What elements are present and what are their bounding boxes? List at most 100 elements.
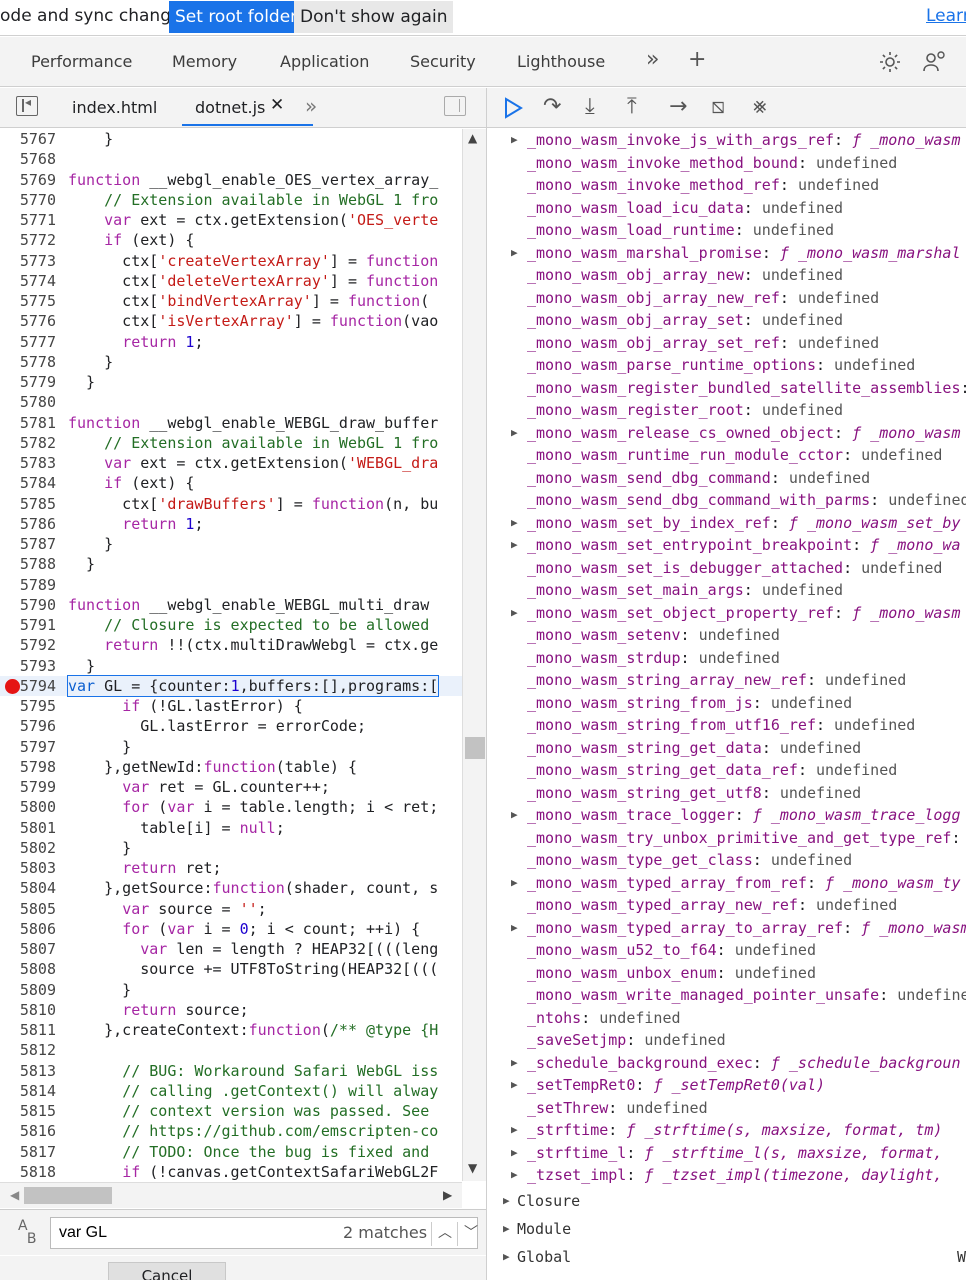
- file-tab-index-html[interactable]: index.html: [72, 98, 157, 117]
- expand-arrow-icon[interactable]: ▶: [511, 804, 518, 827]
- scope-row[interactable]: ▶ _mono_wasm_typed_array_from_ref: ƒ _mon…: [487, 872, 966, 895]
- code-line[interactable]: 5786 return 1;: [0, 514, 462, 534]
- code-line[interactable]: 5818 if (!canvas.getContextSafariWebGL2F: [0, 1162, 462, 1181]
- code-line[interactable]: 5800 for (var i = table.length; i < ret;: [0, 797, 462, 817]
- step-over-icon[interactable]: ↷: [543, 94, 561, 119]
- next-match-icon[interactable]: ﹀: [457, 1222, 478, 1246]
- expand-arrow-icon[interactable]: ▶: [511, 1052, 518, 1075]
- code-line[interactable]: 5768: [0, 149, 462, 169]
- file-tab-dotnet-js[interactable]: dotnet.js: [182, 98, 314, 126]
- learn-more-link[interactable]: Learn: [926, 6, 966, 26]
- line-number[interactable]: 5785: [0, 494, 56, 514]
- line-number[interactable]: 5777: [0, 332, 56, 352]
- expand-arrow-icon[interactable]: ▶: [503, 1187, 510, 1215]
- line-number[interactable]: 5807: [0, 939, 56, 959]
- code-line[interactable]: 5799 var ret = GL.counter++;: [0, 777, 462, 797]
- tab-lighthouse[interactable]: Lighthouse: [517, 52, 605, 71]
- code-line[interactable]: 5780: [0, 392, 462, 412]
- tab-security[interactable]: Security: [410, 52, 476, 71]
- scope-row[interactable]: ▶ _mono_wasm_typed_array_to_array_ref: ƒ …: [487, 917, 966, 940]
- code-line[interactable]: 5781 function __webgl_enable_WEBGL_draw_b…: [0, 413, 462, 433]
- horizontal-scroll-thumb[interactable]: [24, 1187, 112, 1204]
- line-number[interactable]: 5773: [0, 251, 56, 271]
- expand-arrow-icon[interactable]: ▶: [511, 1074, 518, 1097]
- expand-arrow-icon[interactable]: ▶: [511, 872, 518, 895]
- code-line[interactable]: 5807 var len = length ? HEAP32[(((leng: [0, 939, 462, 959]
- scope-row[interactable]: ▶ _mono_wasm_set_object_property_ref: ƒ _…: [487, 602, 966, 625]
- add-tab-icon[interactable]: +: [688, 47, 706, 72]
- code-editor[interactable]: 5767 } 5768 5769 function __webgl_enable_OE…: [0, 129, 462, 1181]
- line-number[interactable]: 5788: [0, 554, 56, 574]
- line-number[interactable]: 5801: [0, 818, 56, 838]
- expand-arrow-icon[interactable]: ▶: [511, 917, 518, 940]
- code-line[interactable]: 5791 // Closure is expected to be allowe…: [0, 615, 462, 635]
- line-number[interactable]: 5795: [0, 696, 56, 716]
- expand-arrow-icon[interactable]: ▶: [511, 1119, 518, 1142]
- line-number[interactable]: 5796: [0, 716, 56, 736]
- line-number[interactable]: 5818: [0, 1162, 56, 1181]
- scope-row[interactable]: ▶ _mono_wasm_set_by_index_ref: ƒ _mono_wa…: [487, 512, 966, 535]
- scroll-left-icon[interactable]: ◀: [10, 1188, 19, 1202]
- pause-on-exceptions-icon[interactable]: ⨳: [753, 94, 767, 119]
- deactivate-breakpoints-icon[interactable]: ⧅: [711, 94, 725, 119]
- step-out-icon[interactable]: ⤒: [627, 94, 637, 119]
- line-number[interactable]: 5783: [0, 453, 56, 473]
- expand-arrow-icon[interactable]: ▶: [511, 1164, 518, 1187]
- expand-arrow-icon[interactable]: ▶: [503, 1243, 510, 1271]
- expand-arrow-icon[interactable]: ▶: [511, 422, 518, 445]
- line-number[interactable]: 5776: [0, 311, 56, 331]
- scope-row[interactable]: ▶ _schedule_background_exec: ƒ _schedule_…: [487, 1052, 966, 1075]
- line-number[interactable]: 5799: [0, 777, 56, 797]
- line-number[interactable]: 5797: [0, 737, 56, 757]
- close-tab-icon[interactable]: ✕: [270, 95, 284, 115]
- line-number[interactable]: 5769: [0, 170, 56, 190]
- feedback-people-icon[interactable]: [922, 49, 948, 75]
- toggle-debugger-icon[interactable]: [444, 96, 466, 116]
- line-number[interactable]: 5804: [0, 878, 56, 898]
- more-tabs-icon[interactable]: »: [646, 47, 659, 72]
- code-vertical-scrollbar[interactable]: ▲ ▼: [462, 129, 486, 1181]
- line-number[interactable]: 5792: [0, 635, 56, 655]
- code-line[interactable]: 5784 if (ext) {: [0, 473, 462, 493]
- code-line[interactable]: 5803 return ret;: [0, 858, 462, 878]
- step-into-icon[interactable]: ⤓: [585, 94, 595, 119]
- code-line-breakpoint[interactable]: 5794 var GL = {counter:1,buffers:[],progr…: [0, 674, 462, 698]
- code-line[interactable]: 5813 // BUG: Workaround Safari WebGL iss: [0, 1061, 462, 1081]
- scope-tree[interactable]: ▶ _mono_wasm_invoke_js_with_args_ref: ƒ _…: [487, 129, 966, 1280]
- line-number[interactable]: 5790: [0, 595, 56, 615]
- scope-row[interactable]: ▶ _strftime_l: ƒ _strftime_l(s, maxsize, …: [487, 1142, 966, 1165]
- line-number[interactable]: 5811: [0, 1020, 56, 1040]
- code-line[interactable]: 5796 GL.lastError = errorCode;: [0, 716, 462, 736]
- line-number[interactable]: 5768: [0, 149, 56, 169]
- scroll-up-icon[interactable]: ▲: [468, 131, 477, 145]
- code-line[interactable]: 5802 }: [0, 838, 462, 858]
- line-number[interactable]: 5791: [0, 615, 56, 635]
- line-number[interactable]: 5800: [0, 797, 56, 817]
- scroll-right-icon[interactable]: ▶: [443, 1188, 452, 1202]
- code-line[interactable]: 5773 ctx['createVertexArray'] = function: [0, 251, 462, 271]
- breakpoint-marker[interactable]: [5, 678, 20, 694]
- code-line[interactable]: 5808 source += UTF8ToString(HEAP32[(((: [0, 959, 462, 979]
- code-line[interactable]: 5797 }: [0, 737, 462, 757]
- expand-arrow-icon[interactable]: ▶: [511, 602, 518, 625]
- code-line[interactable]: 5767 }: [0, 129, 462, 149]
- line-number[interactable]: 5774: [0, 271, 56, 291]
- code-line[interactable]: 5777 return 1;: [0, 332, 462, 352]
- code-line[interactable]: 5783 var ext = ctx.getExtension('WEBGL_d…: [0, 453, 462, 473]
- set-root-folder-button[interactable]: Set root folder: [169, 1, 304, 33]
- code-line[interactable]: 5788 }: [0, 554, 462, 574]
- line-number[interactable]: 5808: [0, 959, 56, 979]
- code-line[interactable]: 5801 table[i] = null;: [0, 818, 462, 838]
- code-line[interactable]: 5789: [0, 575, 462, 595]
- scope-row[interactable]: ▶ _mono_wasm_release_cs_owned_object: ƒ _…: [487, 422, 966, 445]
- line-number[interactable]: 5802: [0, 838, 56, 858]
- code-line[interactable]: 5785 ctx['drawBuffers'] = function(n, bu: [0, 494, 462, 514]
- code-line[interactable]: 5776 ctx['isVertexArray'] = function(vao: [0, 311, 462, 331]
- code-line[interactable]: 5769 function __webgl_enable_OES_vertex_a…: [0, 170, 462, 190]
- code-line[interactable]: 5815 // context version was passed. See: [0, 1101, 462, 1121]
- scope-section-global[interactable]: ▶ Global W: [487, 1243, 966, 1271]
- code-line[interactable]: 5798 },getNewId:function(table) {: [0, 757, 462, 777]
- code-line[interactable]: 5770 // Extension available in WebGL 1 f…: [0, 190, 462, 210]
- scope-row[interactable]: ▶ _mono_wasm_invoke_js_with_args_ref: ƒ _…: [487, 129, 966, 152]
- line-number[interactable]: 5782: [0, 433, 56, 453]
